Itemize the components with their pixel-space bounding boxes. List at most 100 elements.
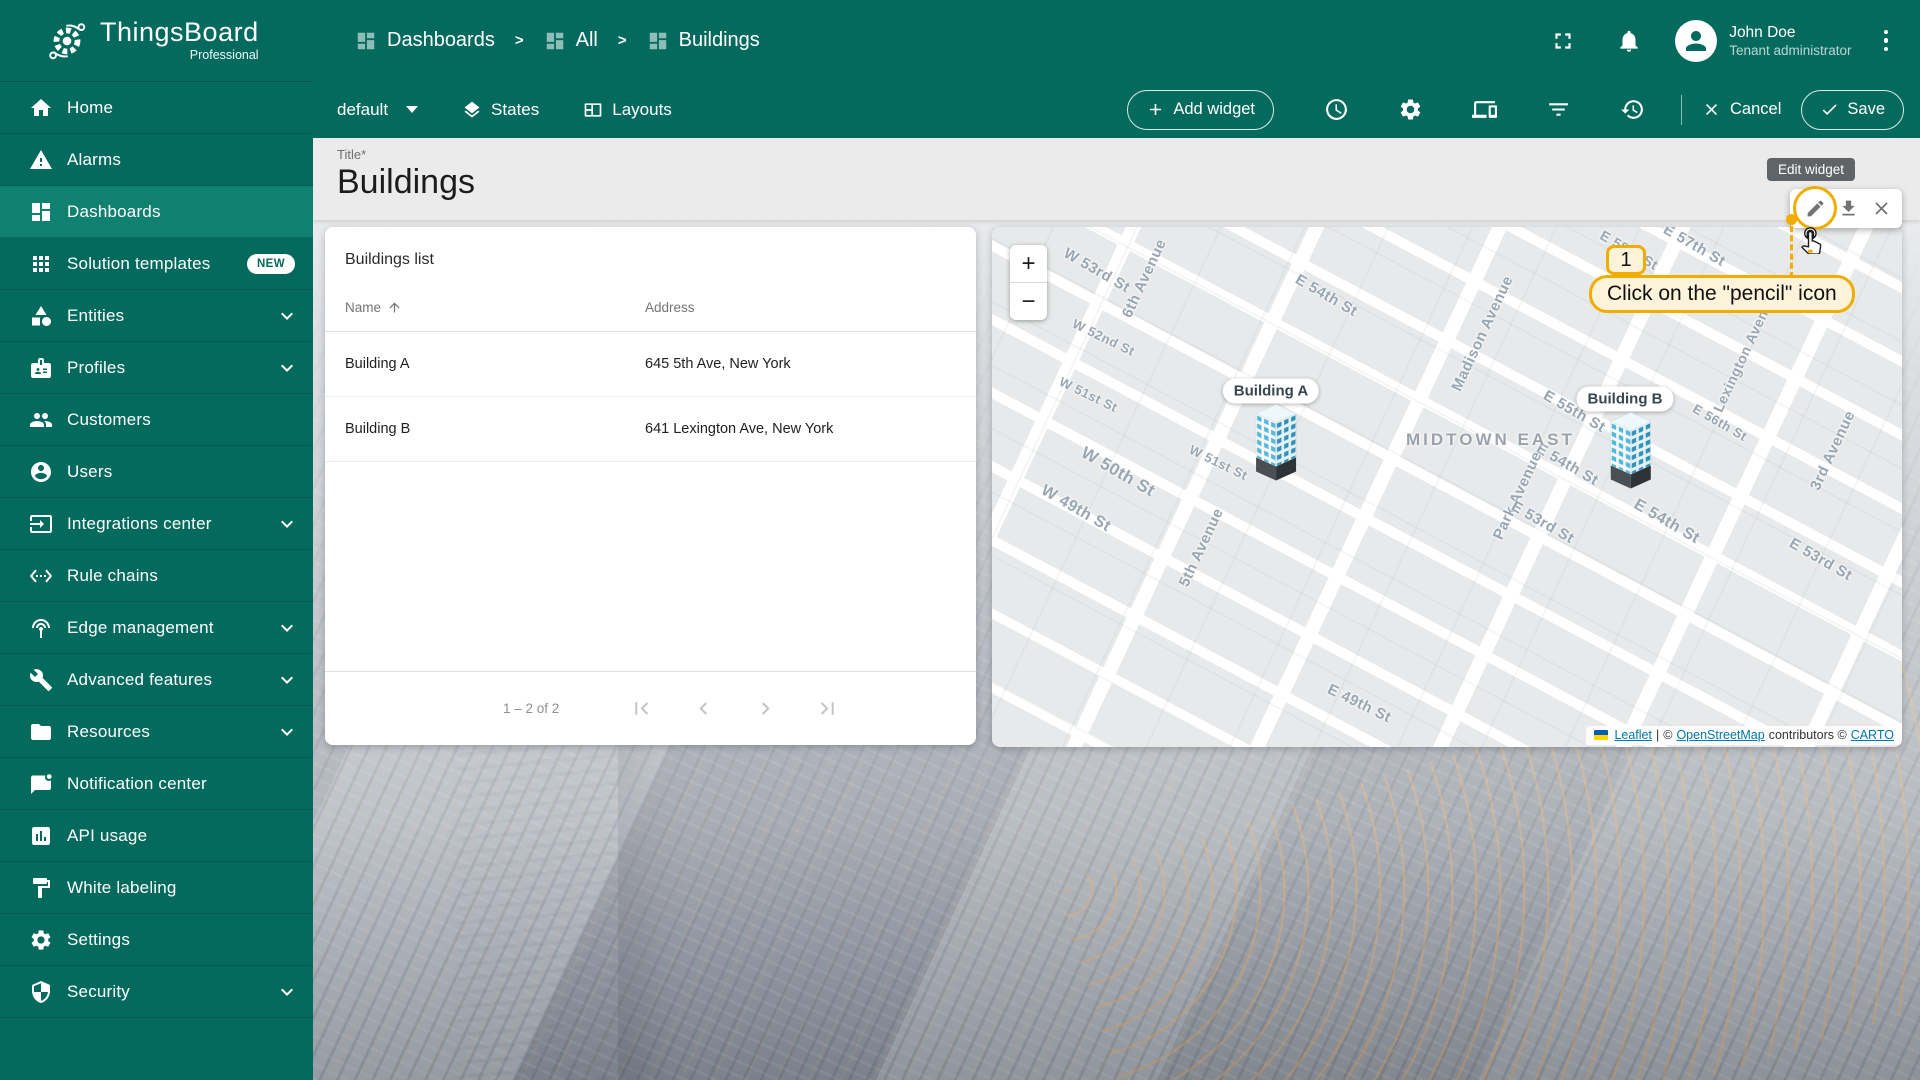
buildings-list-widget: Buildings list Name Address Building A 64… xyxy=(325,227,976,745)
sidebar-nav: Home Alarms Dashboards Solution templates NE… xyxy=(0,82,313,1018)
entity-filter-icon[interactable] xyxy=(1536,88,1580,132)
cancel-button[interactable]: Cancel xyxy=(1702,100,1781,119)
carto-link[interactable]: CARTO xyxy=(1851,728,1894,742)
ukraine-flag-icon xyxy=(1594,730,1609,740)
map-marker-building-a[interactable]: Building A xyxy=(1222,378,1320,481)
osm-link[interactable]: OpenStreetMap xyxy=(1676,728,1764,742)
save-button[interactable]: Save xyxy=(1801,89,1904,130)
close-icon[interactable] xyxy=(1868,196,1894,222)
sidebar: ThingsBoard Professional Home Alarms Dashb… xyxy=(0,0,313,1080)
building-icon xyxy=(1254,404,1298,483)
sidebar-item-label: Alarms xyxy=(67,149,122,169)
sidebar-item-users[interactable]: Users xyxy=(0,446,313,498)
title-field-value[interactable]: Buildings xyxy=(337,163,1920,202)
plus-icon xyxy=(1150,103,1162,116)
solution-templates-icon xyxy=(29,252,53,276)
dashboard-settings-icon[interactable] xyxy=(1388,88,1432,132)
breadcrumb-item-dashboards[interactable]: Dashboards xyxy=(355,29,495,52)
sidebar-item-label: Integrations center xyxy=(67,513,212,533)
more-menu-icon[interactable] xyxy=(1878,24,1895,58)
check-icon xyxy=(1823,104,1838,116)
dashboard-canvas: Buildings list Name Address Building A 64… xyxy=(313,220,1920,1080)
fullscreen-icon[interactable] xyxy=(1543,21,1583,61)
cell-name: Building A xyxy=(345,356,410,372)
zoom-out-button[interactable]: − xyxy=(1010,283,1047,320)
logo-gear-icon xyxy=(49,22,86,59)
version-history-icon[interactable] xyxy=(1610,88,1654,132)
entities-icon xyxy=(29,304,53,328)
sidebar-item-api-usage[interactable]: API usage xyxy=(0,810,313,862)
layouts-button[interactable]: Layouts xyxy=(583,100,672,120)
table-row[interactable]: Building B 641 Lexington Ave, New York xyxy=(325,397,976,462)
sidebar-item-integrations-center[interactable]: Integrations center xyxy=(0,498,313,550)
sidebar-item-white-labeling[interactable]: White labeling xyxy=(0,862,313,914)
sidebar-item-edge-management[interactable]: Edge management xyxy=(0,602,313,654)
add-widget-button[interactable]: Add widget xyxy=(1127,89,1275,130)
alarms-icon xyxy=(29,148,53,172)
sidebar-item-rule-chains[interactable]: Rule chains xyxy=(0,550,313,602)
last-page-icon[interactable] xyxy=(815,696,840,721)
chevron-down-icon xyxy=(275,616,299,640)
app-logo[interactable]: ThingsBoard Professional xyxy=(0,0,313,82)
breadcrumb-item-buildings[interactable]: Buildings xyxy=(647,29,760,52)
white-labeling-icon xyxy=(29,876,53,900)
breadcrumb-separator: > xyxy=(514,32,524,49)
map-marker-building-b[interactable]: Building B xyxy=(1576,386,1674,489)
time-window-icon[interactable] xyxy=(1314,88,1358,132)
sidebar-item-label: Edge management xyxy=(67,617,214,637)
building-icon xyxy=(1608,412,1652,491)
edit-pencil-icon[interactable] xyxy=(1802,196,1828,222)
sidebar-item-label: Entities xyxy=(67,305,125,325)
resources-icon xyxy=(29,720,53,744)
cell-address: 645 5th Ave, New York xyxy=(645,356,791,372)
sidebar-item-solution-templates[interactable]: Solution templates NEW xyxy=(0,238,313,290)
settings-icon xyxy=(29,928,53,952)
user-menu[interactable]: John Doe Tenant administrator xyxy=(1675,19,1852,62)
next-page-icon[interactable] xyxy=(753,696,778,721)
state-selector[interactable]: default xyxy=(337,100,419,120)
chevron-down-icon xyxy=(406,106,419,113)
sidebar-item-advanced-features[interactable]: Advanced features xyxy=(0,654,313,706)
column-header-address[interactable]: Address xyxy=(645,300,956,315)
dashboard-title-field[interactable]: Title* Buildings xyxy=(313,138,1920,220)
sidebar-item-settings[interactable]: Settings xyxy=(0,914,313,966)
leaflet-link[interactable]: Leaflet xyxy=(1614,728,1652,742)
buildings-map-widget[interactable]: W 53rd St 6th Avenue W 52nd St W 51st St W 5… xyxy=(992,227,1902,747)
breadcrumb-separator: > xyxy=(617,32,627,49)
sidebar-item-entities[interactable]: Entities xyxy=(0,290,313,342)
zoom-in-button[interactable]: + xyxy=(1010,245,1047,283)
chevron-down-icon xyxy=(275,304,299,328)
sidebar-item-label: Rule chains xyxy=(67,565,159,585)
paginator-range-label: 1 – 2 of 2 xyxy=(503,701,560,716)
table-row[interactable]: Building A 645 5th Ave, New York xyxy=(325,332,976,397)
breadcrumb-label: Buildings xyxy=(678,29,760,51)
sidebar-item-resources[interactable]: Resources xyxy=(0,706,313,758)
sidebar-item-profiles[interactable]: Profiles xyxy=(0,342,313,394)
notifications-bell-icon[interactable] xyxy=(1609,21,1649,61)
avatar xyxy=(1675,19,1718,62)
sidebar-item-dashboards[interactable]: Dashboards xyxy=(0,186,313,238)
sort-ascending-icon xyxy=(387,300,402,315)
table-body: Building A 645 5th Ave, New York Building … xyxy=(325,332,976,462)
sidebar-item-notification-center[interactable]: Notification center xyxy=(0,758,313,810)
sidebar-item-alarms[interactable]: Alarms xyxy=(0,134,313,186)
previous-page-icon[interactable] xyxy=(691,696,716,721)
new-badge: NEW xyxy=(246,253,295,274)
rule-chains-icon xyxy=(29,564,53,588)
sidebar-item-label: Users xyxy=(67,461,113,481)
states-button[interactable]: States xyxy=(462,100,539,120)
sidebar-item-security[interactable]: Security xyxy=(0,966,313,1018)
display-layouts-icon[interactable] xyxy=(1462,88,1506,132)
security-icon xyxy=(29,980,53,1004)
breadcrumb-item-all[interactable]: All xyxy=(544,29,598,52)
sidebar-item-label: Customers xyxy=(67,409,151,429)
sidebar-item-label: Security xyxy=(67,981,131,1001)
dashboards-icon xyxy=(544,30,566,52)
sidebar-item-home[interactable]: Home xyxy=(0,82,313,134)
first-page-icon[interactable] xyxy=(629,696,654,721)
app-name: ThingsBoard xyxy=(100,17,259,47)
sidebar-item-label: Advanced features xyxy=(67,669,213,689)
sidebar-item-customers[interactable]: Customers xyxy=(0,394,313,446)
column-header-name[interactable]: Name xyxy=(345,300,645,315)
download-icon[interactable] xyxy=(1835,196,1861,222)
